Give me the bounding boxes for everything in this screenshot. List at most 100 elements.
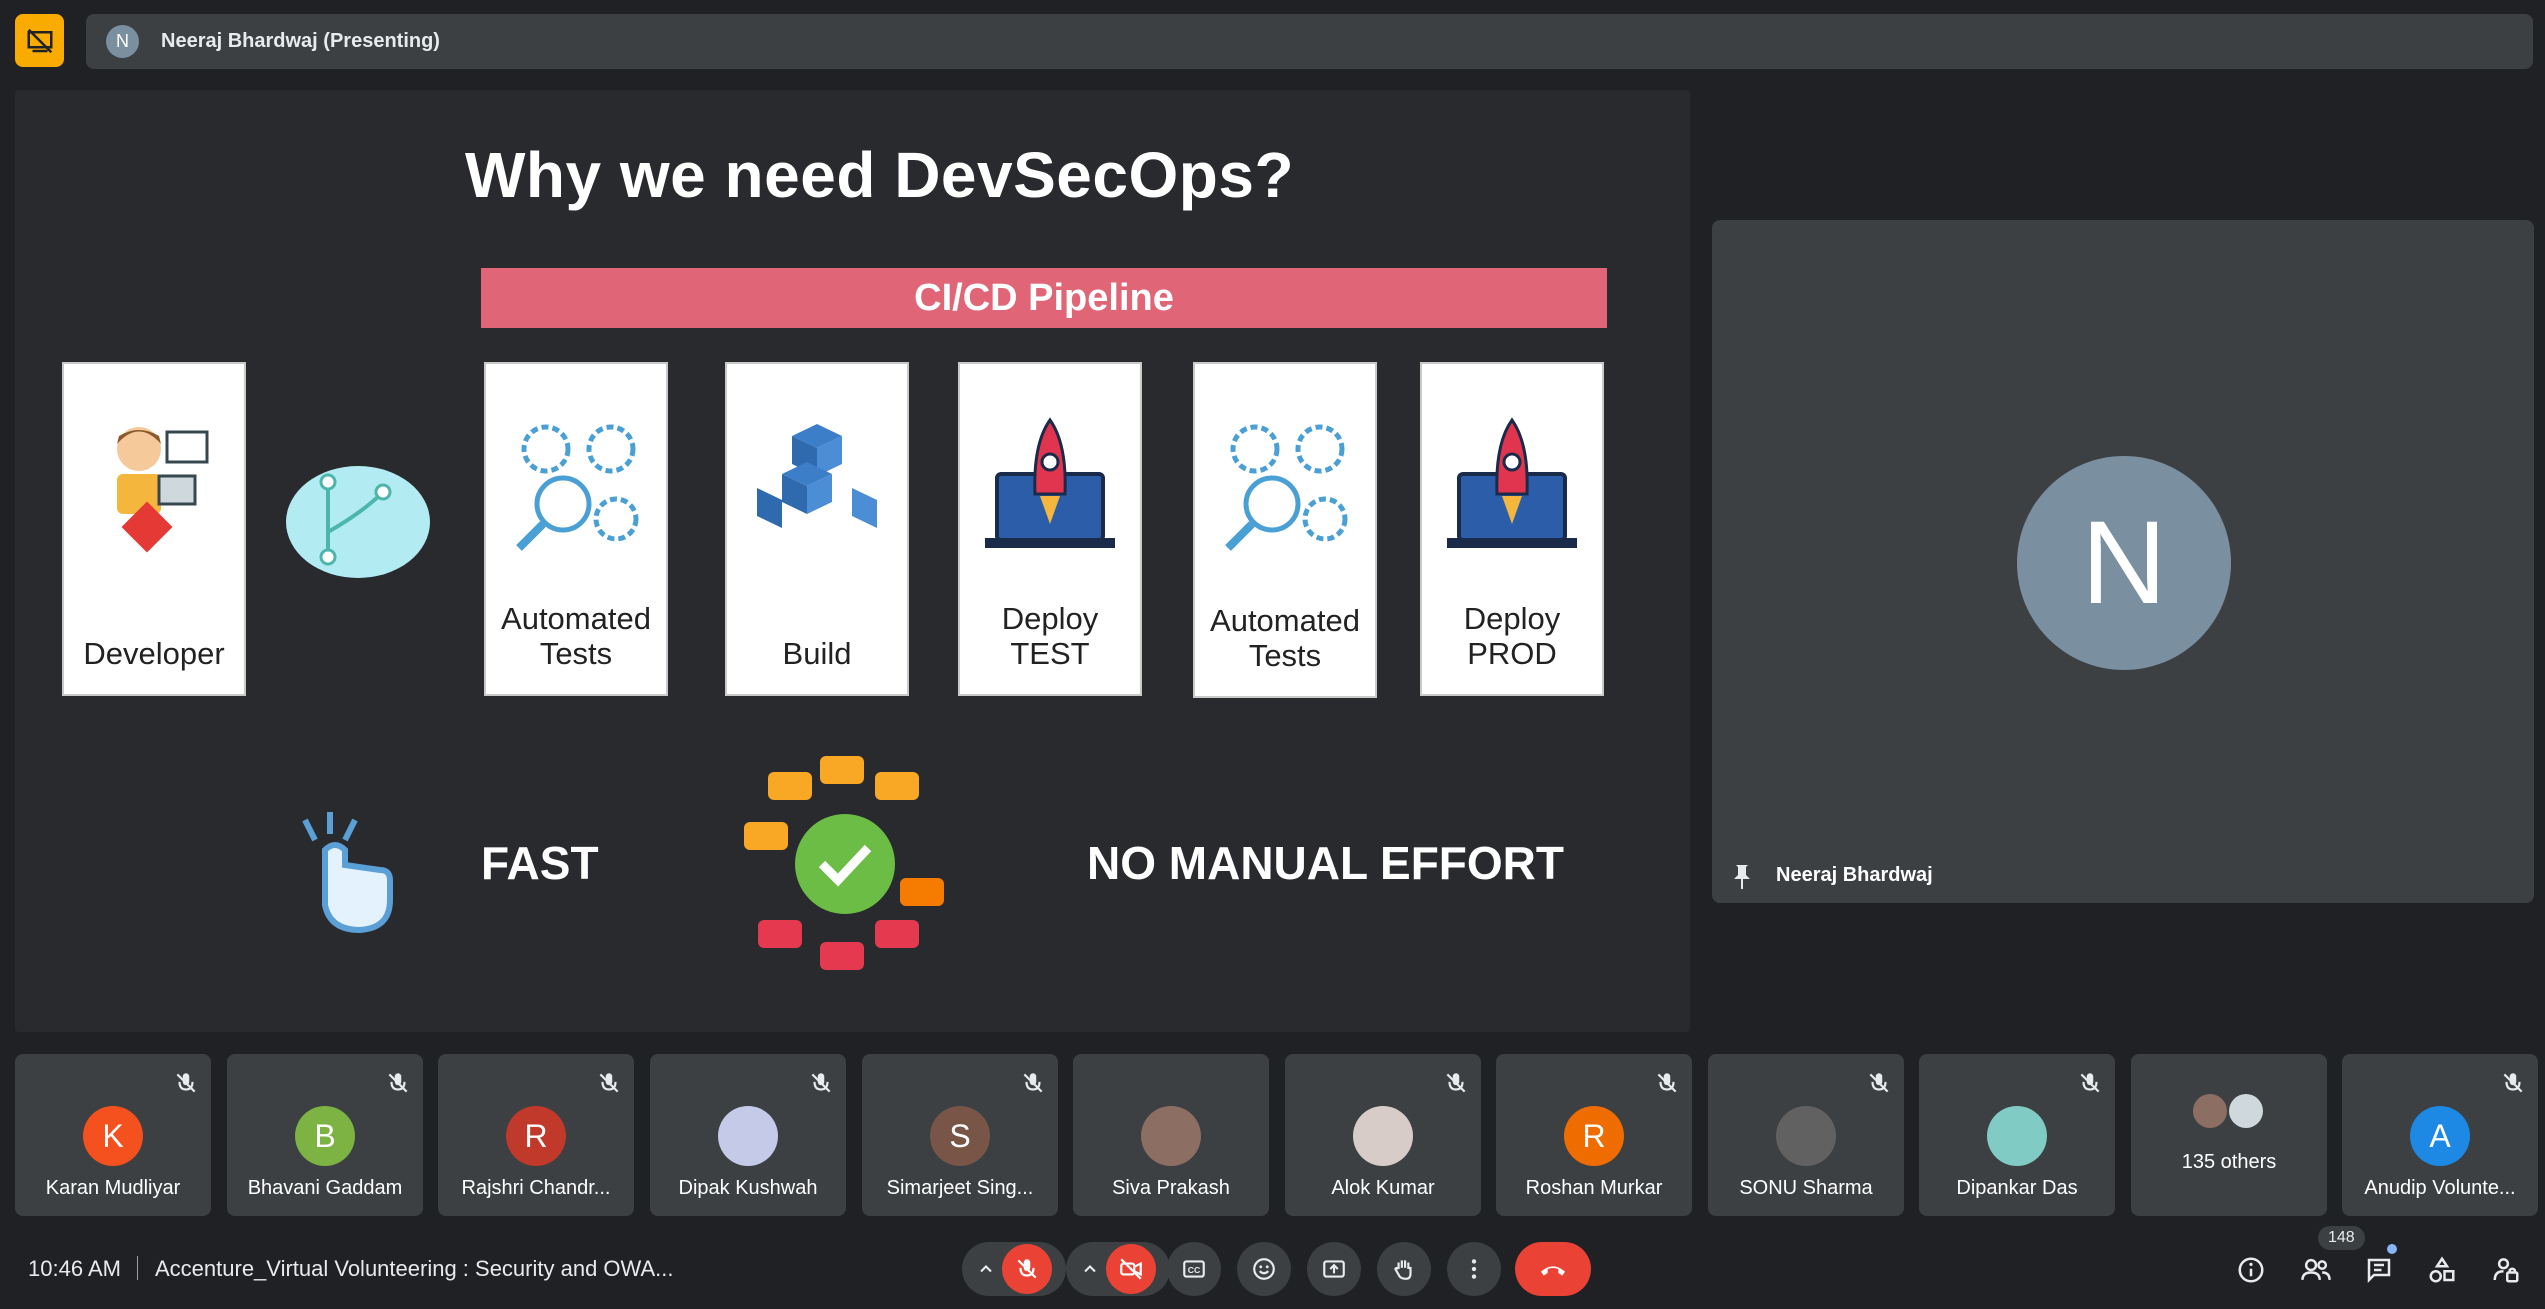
presenter-label: Neeraj Bhardwaj (Presenting) [161,30,440,52]
gears-magnifier-icon [1225,424,1348,551]
meeting-title: Accenture_Virtual Volunteering : Securit… [155,1256,674,1281]
pin-icon[interactable] [1730,863,1754,891]
raise-hand-button[interactable] [1377,1242,1431,1296]
mic-off-icon [2503,1073,2523,1093]
pinned-participant-tile[interactable]: N Neeraj Bhardwaj [1712,220,2534,903]
leave-call-button[interactable] [1515,1242,1591,1296]
cubes-icon [757,424,877,528]
participant-name: Karan Mudliyar [45,1177,181,1199]
participant-photo [1141,1106,1201,1166]
participant-avatar: K [83,1106,143,1166]
screen-share-off-icon [27,28,52,53]
participant-photo [1353,1106,1413,1166]
chevron-up-icon[interactable] [976,1259,996,1279]
participant-photo [718,1106,778,1166]
participant-name: Dipankar Das [1956,1177,2078,1199]
mic-toggle-button[interactable] [1002,1244,1052,1294]
camera-control-group [1066,1242,1170,1296]
participant-tile[interactable]: Alok Kumar [1285,1054,1481,1216]
svg-text:CC: CC [1188,1265,1201,1275]
meeting-details-button[interactable] [2233,1252,2269,1288]
closed-captions-icon: CC [1183,1260,1205,1278]
rocket-laptop-icon [985,417,1115,548]
participant-tile[interactable]: Dipak Kushwah [650,1054,846,1216]
mic-control-group [962,1242,1066,1296]
mic-off-icon [176,1073,196,1093]
participant-name: Rajshri Chandr... [461,1177,611,1199]
participant-avatar: B [295,1106,355,1166]
card-label: Automated Tests [501,600,651,672]
participant-tile[interactable]: R Rajshri Chandr... [438,1054,634,1216]
shapes-icon [2429,1256,2455,1283]
participant-tile[interactable]: B Bhavani Gaddam [227,1054,423,1216]
rocket-laptop-icon [1447,417,1577,548]
presenter-banner: N Neeraj Bhardwaj (Presenting) [86,14,2533,69]
participant-avatar: R [1564,1106,1624,1166]
meeting-clock: 10:46 AM [28,1256,121,1281]
participant-name: Alok Kumar [1331,1177,1435,1199]
reactions-button[interactable] [1237,1242,1291,1296]
mic-off-icon [388,1073,408,1093]
deploy-test-card: Deploy TEST [958,362,1142,696]
mic-off-icon [811,1073,831,1093]
git-cloud-icon [286,466,430,578]
lock-person-icon [2493,1258,2519,1283]
participant-tile[interactable]: A Anudip Volunte... [2342,1054,2538,1216]
card-label: Deploy TEST [1001,600,1099,672]
chevron-up-icon[interactable] [1080,1259,1100,1279]
participant-name: Neeraj Bhardwaj [1776,864,1933,886]
divider [137,1256,138,1280]
deploy-prod-card: Deploy PROD [1420,362,1604,696]
chat-button[interactable] [2361,1252,2397,1288]
present-screen-button[interactable] [1307,1242,1361,1296]
participant-tile[interactable]: S Simarjeet Sing... [862,1054,1058,1216]
info-icon [2238,1257,2264,1283]
participant-name: Dipak Kushwah [678,1177,818,1199]
participant-photo [2229,1094,2263,1128]
build-card: Build [725,362,909,696]
camera-toggle-button[interactable] [1106,1244,1156,1294]
more-vert-icon [1471,1259,1477,1279]
others-tile[interactable]: 135 others [2131,1054,2327,1216]
participant-name: Anudip Volunte... [2364,1177,2516,1199]
participant-name: Simarjeet Sing... [886,1177,1034,1199]
others-count: 135 others [2181,1151,2277,1173]
automated-tests-card: Automated Tests [1193,362,1377,698]
participant-tile[interactable]: SONU Sharma [1708,1054,1904,1216]
participant-name: Siva Prakash [1112,1177,1230,1199]
people-button[interactable] [2298,1252,2334,1288]
card-label: Build [782,636,852,672]
participant-tile[interactable]: K Karan Mudliyar [15,1054,211,1216]
participant-avatar: N [2017,456,2231,670]
camera-off-icon [1120,1258,1142,1280]
mic-off-icon [599,1073,619,1093]
card-label: Automated Tests [1210,602,1360,674]
fast-label: FAST [481,837,599,889]
presentation-indicator-button[interactable] [15,14,64,67]
pipeline-banner: CI/CD Pipeline [481,268,1607,328]
participant-name: Bhavani Gaddam [247,1177,403,1199]
mic-off-icon [2080,1073,2100,1093]
activities-button[interactable] [2424,1252,2460,1288]
more-options-button[interactable] [1447,1242,1501,1296]
participant-avatar: A [2410,1106,2470,1166]
click-hand-icon [302,812,393,934]
slide-title: Why we need DevSecOps? [465,139,1295,211]
participant-tile[interactable]: Siva Prakash [1073,1054,1269,1216]
host-controls-button[interactable] [2488,1252,2524,1288]
mic-off-icon [1023,1073,1043,1093]
participant-tile[interactable]: Dipankar Das [1919,1054,2115,1216]
participant-tile[interactable]: R Roshan Murkar [1496,1054,1692,1216]
no-manual-effort-label: NO MANUAL EFFORT [1087,837,1565,889]
presenter-avatar: N [106,25,139,58]
gears-magnifier-icon [516,424,639,551]
participant-strip: K Karan Mudliyar B Bhavani Gaddam R Rajs… [15,1054,2538,1216]
participant-avatar: R [506,1106,566,1166]
people-icon [2301,1258,2331,1280]
participant-photo [1987,1106,2047,1166]
participant-photo [2193,1094,2227,1128]
present-screen-icon [1323,1260,1345,1278]
participant-photo [1776,1106,1836,1166]
captions-button[interactable]: CC [1167,1242,1221,1296]
raise-hand-icon [1394,1260,1412,1280]
